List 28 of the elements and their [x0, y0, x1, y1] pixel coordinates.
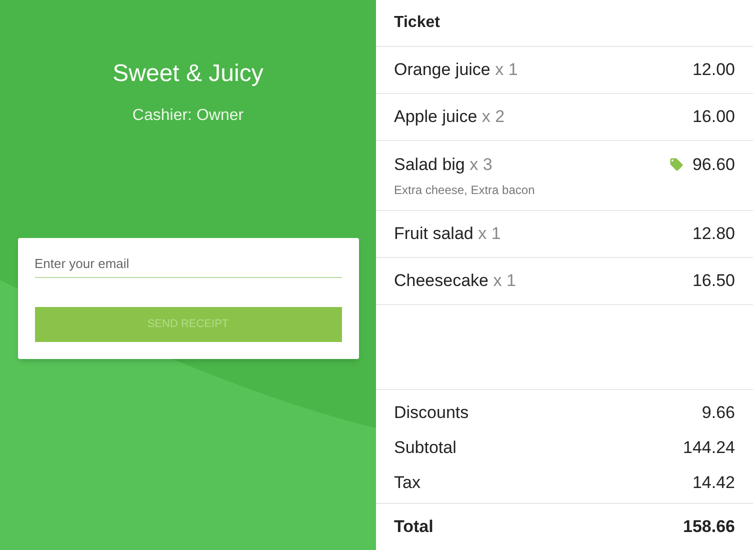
email-field[interactable]: Enter your email	[34, 254, 342, 278]
ticket-item[interactable]: Orange juice x 1 12.00	[376, 47, 753, 94]
ticket-item[interactable]: Salad big x 3 96.60 Extra cheese, Extra bacon	[376, 141, 753, 211]
store-name: Sweet & Juicy	[112, 59, 264, 89]
item-name: Apple juice x 2	[394, 106, 505, 128]
ticket-item[interactable]: Cheesecake x 1 16.50	[376, 258, 753, 305]
summary-label: Subtotal	[394, 436, 456, 459]
item-name: Salad big x 3	[394, 154, 492, 176]
item-price: 16.00	[692, 106, 735, 128]
cashier-label: Cashier: Owner	[132, 106, 244, 126]
item-name: Fruit salad x 1	[394, 223, 501, 246]
total-value: 158.66	[683, 516, 735, 538]
ticket-item[interactable]: Fruit salad x 1 12.80	[376, 211, 753, 258]
summary-value: 9.66	[702, 402, 735, 424]
summary-value: 14.42	[692, 472, 735, 494]
total-label: Total	[394, 516, 434, 538]
item-name: Cheesecake x 1	[394, 270, 516, 292]
item-name: Orange juice x 1	[394, 59, 518, 82]
ticket-title: Ticket	[376, 0, 753, 47]
item-note: Extra cheese, Extra bacon	[394, 182, 536, 200]
item-price: 12.80	[692, 223, 735, 246]
ticket-item[interactable]: Apple juice x 2 16.00	[376, 94, 753, 141]
item-price: 16.50	[692, 270, 735, 292]
summary-label: Discounts	[394, 402, 469, 424]
summary-label: Tax	[394, 472, 420, 494]
item-price: 96.60	[692, 154, 735, 176]
item-price: 12.00	[692, 59, 735, 82]
summary-value: 144.24	[683, 436, 735, 459]
